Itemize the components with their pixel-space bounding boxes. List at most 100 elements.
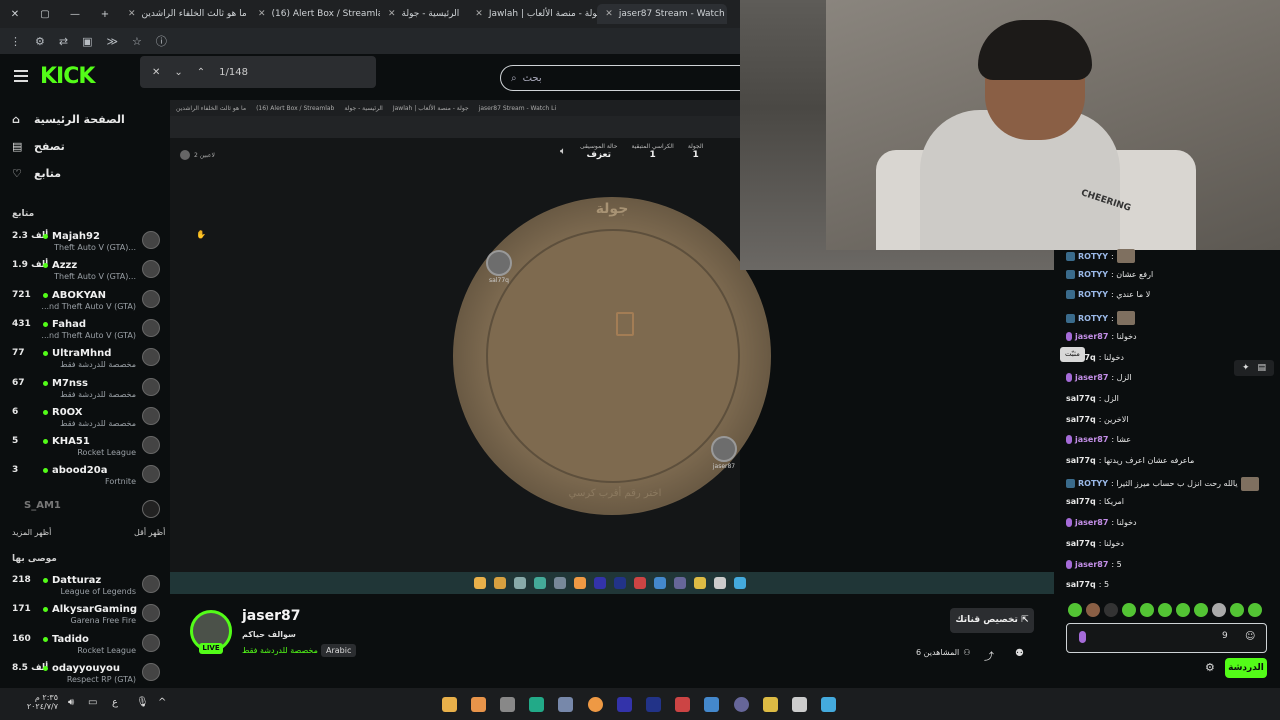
app-icon[interactable] [529, 697, 544, 712]
mail-icon[interactable] [704, 697, 719, 712]
nav-home[interactable]: ⌂ الصفحة الرئيسية [12, 113, 125, 126]
stream-category[interactable]: مخصصة للدردشة فقط [242, 646, 318, 655]
chrome-icon[interactable] [588, 697, 603, 712]
minimize-icon[interactable]: — [60, 9, 90, 20]
sidebar-channel[interactable]: 8.5 ألف odayyouyou Respect RP (GTA) [10, 661, 160, 689]
chat-username[interactable]: sal77q [1066, 394, 1096, 403]
chair-icon[interactable] [616, 312, 634, 336]
emoji-icon[interactable]: ☺ [1245, 631, 1255, 642]
nav-browse[interactable]: ▤ تصفح [12, 140, 65, 153]
chat-message[interactable]: ROTYY: [1066, 249, 1135, 263]
emote-icon[interactable] [1194, 603, 1208, 617]
chat-message[interactable]: jaser87: الزل [1066, 373, 1132, 383]
emote-icon[interactable] [1122, 603, 1136, 617]
sidebar-channel[interactable]: 721 ABOKYAN ...nd Theft Auto V (GTA) [10, 288, 160, 316]
emote-icon[interactable] [1104, 603, 1118, 617]
sidebar-channel[interactable]: 1.9 ألف Azzz Theft Auto V (GTA)... [10, 258, 160, 286]
tab-close-icon[interactable]: ✕ [258, 9, 266, 19]
sidebar-channel[interactable]: 6 R0OX مخصصة للدردشة فقط [10, 405, 160, 433]
kick-logo[interactable]: KICK [40, 64, 95, 89]
share-icon[interactable]: ⤴ [984, 648, 994, 663]
search-input[interactable]: ⌕ بحث [500, 65, 779, 91]
tab-close-icon[interactable]: ✕ [388, 9, 396, 19]
speaker-icon[interactable]: 🔈︎ [560, 146, 566, 157]
chat-username[interactable]: sal77q [1066, 539, 1096, 548]
chrome-icon[interactable] [442, 697, 457, 712]
emote-icon[interactable] [1086, 603, 1100, 617]
hamburger-menu-icon[interactable] [14, 70, 28, 82]
sidebar-channel[interactable]: 5 KHA51 Rocket League [10, 434, 160, 462]
add-user-icon[interactable]: ⚉ [1015, 648, 1024, 659]
chat-username[interactable]: ROTYY [1078, 290, 1108, 299]
windows-icon[interactable] [821, 697, 836, 712]
network-icon[interactable]: ▭ [88, 697, 97, 708]
chat-message[interactable]: sal77q: الزل [1066, 394, 1119, 403]
find-prev-icon[interactable]: ⌃ [197, 67, 205, 78]
chat-username[interactable]: sal77q [1066, 580, 1096, 589]
chat-username[interactable]: ROTYY [1078, 270, 1108, 279]
bookmark-star-icon[interactable]: ☆ [132, 35, 142, 48]
sidebar-channel[interactable]: 160 Tadido Rocket League [10, 632, 160, 660]
chrome-icon[interactable] [471, 697, 486, 712]
emote-icon[interactable] [1230, 603, 1244, 617]
chat-settings-icon[interactable]: ⚙ [1205, 661, 1215, 674]
tab-2[interactable]: ✕ (16) Alert Box / Streamlab [250, 4, 380, 24]
channel-name[interactable]: jaser87 [242, 608, 300, 624]
sidebar-channel[interactable]: 67 M7nss مخصصة للدردشة فقط [10, 376, 160, 404]
chat-username[interactable]: jaser87 [1075, 373, 1108, 382]
chat-message[interactable]: sal77q: ماعرفه عشان اعرف ريدتها [1066, 456, 1194, 465]
find-next-icon[interactable]: ⌄ [174, 67, 182, 78]
premiere-icon[interactable] [617, 697, 632, 712]
sidebar-channel[interactable]: 218 Datturaz League of Legends [10, 573, 160, 601]
screenshot-icon[interactable]: ▣ [82, 35, 92, 48]
tab-close-icon[interactable]: ✕ [475, 9, 483, 19]
chat-username[interactable]: jaser87 [1075, 435, 1108, 444]
volume-icon[interactable]: 🔊︎ [68, 697, 74, 708]
tray-expand-icon[interactable]: ^ [158, 697, 166, 708]
chat-username[interactable]: jaser87 [1075, 560, 1108, 569]
photoshop-icon[interactable] [646, 697, 661, 712]
chat-message[interactable]: jaser87: دخولنا [1066, 331, 1137, 341]
emote-icon[interactable] [1158, 603, 1172, 617]
extension-icon[interactable]: ⚙ [35, 35, 45, 48]
chat-username[interactable]: ROTYY [1078, 479, 1108, 488]
customize-channel-button[interactable]: تخصيص قناتك ⇱ [950, 608, 1034, 633]
emote-icon[interactable] [1212, 603, 1226, 617]
chat-username[interactable]: sal77q [1066, 456, 1096, 465]
delete-icon[interactable]: ▤ [1258, 363, 1267, 373]
translate-icon[interactable]: ⇄ [59, 35, 68, 48]
store-icon[interactable] [792, 697, 807, 712]
sidebar-channel[interactable]: 3 abood20a Fortnite [10, 463, 160, 491]
emote-icon[interactable] [1140, 603, 1154, 617]
tab-close-icon[interactable]: ✕ [128, 9, 136, 19]
show-less-link[interactable]: أظهر أقل [134, 528, 165, 537]
tab-1[interactable]: ✕ ما هو ثالث الخلفاء الراشدين [120, 4, 250, 24]
discord-icon[interactable] [734, 697, 749, 712]
chat-message[interactable]: sal77q: الاخرين [1066, 415, 1128, 424]
settings-icon[interactable] [558, 697, 573, 712]
tab-5-active[interactable]: ✕ jaser87 Stream - Watch Li [597, 4, 728, 24]
sidebar-channel[interactable]: 171 AlkysarGaming Garena Free Fire [10, 602, 160, 630]
app-icon[interactable] [500, 697, 515, 712]
chat-message[interactable]: sal77q: دخولنا [1066, 539, 1124, 548]
mic-icon[interactable]: 🎙︎ [136, 697, 149, 708]
emote-icon[interactable] [1176, 603, 1190, 617]
chat-message[interactable]: jaser87: دخولنا [1066, 518, 1137, 528]
site-info-icon[interactable]: ⓘ [156, 33, 167, 49]
chat-message[interactable]: jaser87: عشا [1066, 435, 1131, 445]
tab-4[interactable]: ✕ Jawlah | جولة - منصة الألعاب [467, 4, 597, 24]
window-menu-icon[interactable]: ▢ [30, 9, 60, 20]
pin-icon[interactable]: ✦ [1242, 363, 1250, 373]
chat-username[interactable]: sal77q [1066, 415, 1096, 424]
chat-username[interactable]: ROTYY [1078, 252, 1108, 261]
emote-icon[interactable] [1068, 603, 1082, 617]
chat-username[interactable]: sal77q [1066, 497, 1096, 506]
chat-username[interactable]: ROTYY [1078, 314, 1108, 323]
chat-message[interactable]: sal77q: امريكا [1066, 497, 1124, 506]
chat-message[interactable]: sal77q: 5 [1066, 580, 1109, 589]
language-icon[interactable]: ع [112, 697, 118, 708]
menu-dots-icon[interactable]: ⋮ [10, 35, 21, 48]
chat-message[interactable]: ROTYY: يالله رحت انزل ب حساب ميرز الثيرا [1066, 476, 1259, 491]
chat-username[interactable]: jaser87 [1075, 332, 1108, 341]
send-chat-button[interactable]: الدردشة [1225, 658, 1267, 678]
